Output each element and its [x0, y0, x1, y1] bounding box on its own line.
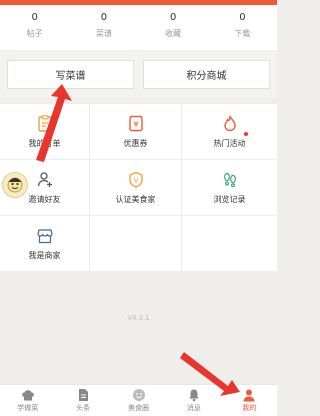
svg-text:¥: ¥: [133, 120, 138, 129]
floating-avatar-icon[interactable]: [2, 172, 28, 198]
stat-label: 菜谱: [95, 29, 112, 38]
grid-item-coupons[interactable]: ¥ 优惠券: [90, 104, 182, 160]
bottom-tab-bar: 学做菜 头条 美食圈 消息 我的: [0, 384, 277, 416]
coupon-icon: ¥: [127, 115, 145, 133]
grid-item-label: 我是商家: [28, 250, 61, 260]
stats-bar: 0 帖子 0 菜谱 0 收藏 0 下载: [0, 5, 277, 50]
tab-label: 学做菜: [17, 404, 39, 412]
write-recipe-button[interactable]: 写菜谱: [7, 60, 134, 89]
footprint-icon: [221, 171, 239, 189]
shop-icon: [36, 227, 54, 245]
tab-label: 头条: [76, 404, 91, 412]
stat-downloads[interactable]: 0 下载: [208, 5, 277, 50]
stat-value: 0: [100, 12, 108, 23]
notification-dot: [244, 132, 248, 136]
grid-item-label: 认证美食家: [115, 194, 156, 204]
svg-text:V: V: [133, 177, 138, 185]
tab-label: 消息: [186, 404, 201, 412]
stat-value: 0: [239, 12, 246, 23]
tab-messages[interactable]: 消息: [166, 385, 221, 416]
stat-label: 帖子: [26, 29, 43, 38]
stat-value: 0: [169, 12, 177, 23]
order-icon: [36, 115, 54, 133]
certify-icon: V: [127, 171, 145, 189]
grid-item-label: 热门活动: [213, 138, 246, 148]
action-buttons: 写菜谱 积分商城: [0, 51, 277, 98]
tab-label: 美食圈: [128, 404, 150, 412]
document-icon: [76, 388, 90, 402]
tab-mine[interactable]: 我的: [222, 385, 277, 416]
app-version: V4.3.1: [127, 314, 150, 322]
grid-item-label: 优惠券: [123, 138, 148, 148]
tab-headlines[interactable]: 头条: [55, 385, 110, 416]
grid-item-hot-events[interactable]: 热门活动: [182, 104, 277, 160]
grid-empty-cell: [90, 216, 182, 272]
feature-grid: 我的订单 ¥ 优惠券 热门活动 邀请好友 V 认证美食家 浏览记录 我是商家: [0, 104, 277, 272]
stat-label: 下载: [234, 29, 251, 38]
bell-icon: [187, 388, 201, 402]
fire-icon: [221, 115, 239, 133]
tab-learn-cooking[interactable]: 学做菜: [0, 385, 55, 416]
stat-recipes[interactable]: 0 菜谱: [69, 5, 138, 50]
grid-item-browse-history[interactable]: 浏览记录: [182, 160, 277, 216]
grid-item-orders[interactable]: 我的订单: [0, 104, 90, 160]
stat-posts[interactable]: 0 帖子: [0, 5, 69, 50]
points-mall-button[interactable]: 积分商城: [143, 60, 270, 89]
grid-item-label: 邀请好友: [28, 194, 61, 204]
tab-label: 我的: [242, 404, 257, 412]
stat-label: 收藏: [165, 29, 182, 38]
grid-item-label: 我的订单: [28, 138, 61, 148]
grid-item-merchant[interactable]: 我是商家: [0, 216, 90, 272]
grid-empty-cell: [182, 216, 277, 272]
tab-food-circle[interactable]: 美食圈: [111, 385, 166, 416]
grid-item-certify-foodie[interactable]: V 认证美食家: [90, 160, 182, 216]
person-icon: [242, 388, 256, 402]
grid-item-label: 浏览记录: [213, 194, 246, 204]
smile-icon: [132, 388, 146, 402]
stat-favorites[interactable]: 0 收藏: [139, 5, 208, 50]
stat-value: 0: [31, 12, 38, 23]
invite-icon: [36, 171, 54, 189]
chef-hat-icon: [21, 388, 35, 402]
